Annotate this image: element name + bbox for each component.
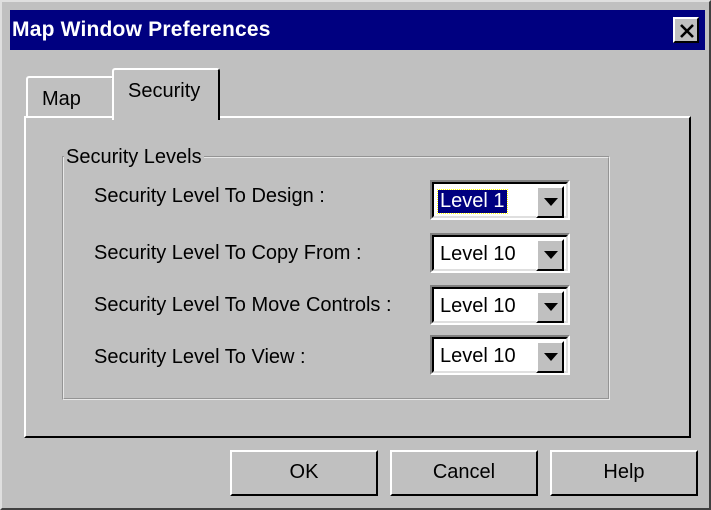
help-button[interactable]: Help [550, 450, 698, 496]
tab-map[interactable]: Map [26, 76, 114, 118]
chevron-down-icon [544, 353, 558, 361]
move-controls-level-label: Security Level To Move Controls : [94, 294, 392, 316]
view-level-label: Security Level To View : [94, 346, 306, 368]
design-level-dropdown-button[interactable] [536, 186, 564, 218]
title-bar[interactable]: Map Window Preferences [10, 10, 705, 50]
move-controls-level-dropdown-button[interactable] [536, 291, 564, 323]
view-level-select[interactable]: Level 10 [430, 335, 570, 375]
view-level-dropdown-button[interactable] [536, 341, 564, 373]
cancel-button[interactable]: Cancel [390, 450, 538, 496]
chevron-down-icon [544, 251, 558, 259]
chevron-down-icon [544, 303, 558, 311]
close-button[interactable] [673, 17, 699, 43]
chevron-down-icon [544, 198, 558, 206]
tab-map-label: Map [42, 88, 81, 110]
move-controls-level-value: Level 10 [440, 295, 516, 317]
copy-from-level-dropdown-button[interactable] [536, 239, 564, 271]
copy-from-level-label: Security Level To Copy From : [94, 242, 362, 264]
window-title: Map Window Preferences [12, 18, 271, 41]
ok-button[interactable]: OK [230, 450, 378, 496]
design-level-select[interactable]: Level 1 [430, 180, 570, 220]
security-levels-label: Security Levels [64, 146, 204, 169]
copy-from-level-value: Level 10 [440, 243, 516, 265]
view-level-value: Level 10 [440, 345, 516, 367]
tab-security-label: Security [128, 80, 201, 102]
close-icon [680, 24, 694, 38]
tab-security[interactable]: Security [112, 68, 220, 120]
copy-from-level-select[interactable]: Level 10 [430, 233, 570, 273]
design-level-label: Security Level To Design : [94, 185, 325, 207]
map-window-preferences-dialog: Map Window Preferences Map Security Secu… [0, 0, 711, 510]
move-controls-level-select[interactable]: Level 10 [430, 285, 570, 325]
design-level-value: Level 1 [437, 189, 508, 214]
